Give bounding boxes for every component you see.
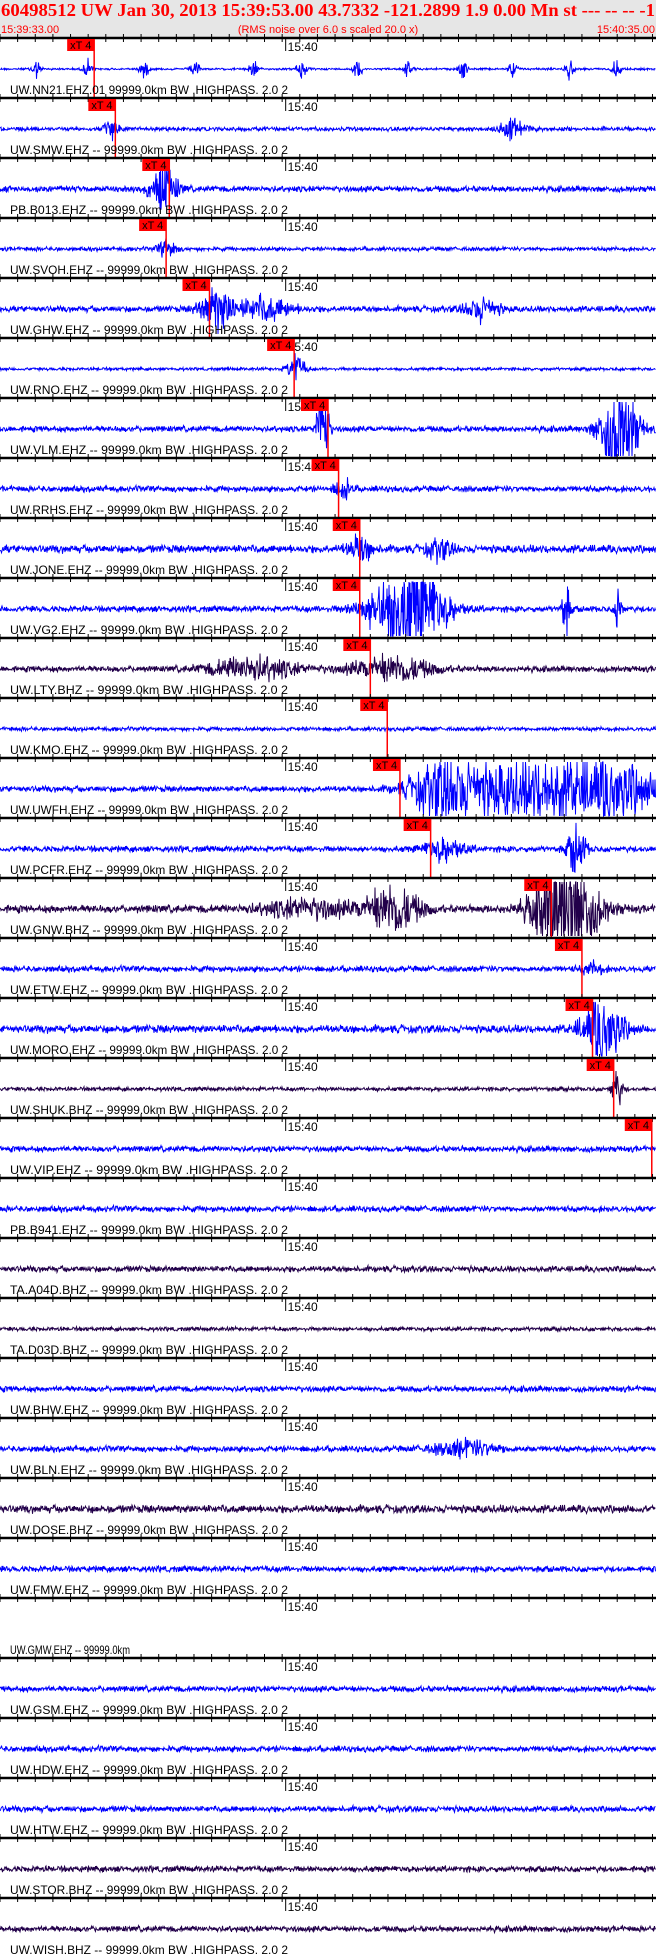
waveform-trace	[0, 1923, 656, 1935]
pick-label: xT 4	[628, 1120, 649, 1132]
pick-label: xT 4	[145, 160, 166, 172]
time-mark-label: 15:40	[288, 1060, 318, 1074]
time-mark-label: 15:40	[288, 1780, 318, 1794]
waveform-trace	[0, 533, 656, 565]
waveform-trace	[0, 724, 656, 734]
waveform-trace	[0, 1743, 656, 1754]
pick-label: xT 4	[70, 40, 91, 52]
waveform-trace	[0, 1683, 656, 1695]
time-mark-label: 15:40	[288, 280, 318, 294]
pick-label: xT 4	[346, 640, 367, 652]
time-mark-label: 15:40	[288, 700, 318, 714]
waveform-trace	[0, 1564, 656, 1574]
pick-label: xT 4	[270, 340, 291, 352]
station-label: UW.WISH.BHZ -- 99999.0km BW .HIGHPASS. 2…	[10, 1943, 288, 1957]
event-title: 60498512 UW Jan 30, 2013 15:39:53.00 43.…	[1, 0, 655, 20]
end-time: 15:40:35.00	[597, 24, 655, 36]
waveform-trace	[0, 1070, 656, 1106]
time-mark-label: 15:40	[288, 520, 318, 534]
time-mark-label: 15:40	[288, 880, 318, 894]
time-mark-label: 15:40	[288, 1840, 318, 1854]
time-mark-label: 15:40	[288, 1000, 318, 1014]
pick-label: xT 4	[91, 100, 112, 112]
waveform-trace	[0, 57, 656, 81]
pick-label: xT 4	[315, 460, 336, 472]
waveform-trace	[0, 1803, 656, 1815]
time-mark-label: 15:40	[288, 580, 318, 594]
start-time: 15:39:33.00	[1, 24, 59, 36]
time-mark-label: 15:40	[288, 640, 318, 654]
waveform-trace	[0, 1143, 656, 1155]
time-mark-label: 15:40	[288, 1240, 318, 1254]
station-label: UW.GMW.EHZ -- 99999.0km	[10, 1643, 130, 1657]
pick-label: xT 4	[527, 880, 548, 892]
pick-label: xT 4	[304, 400, 325, 412]
time-mark-label: 15:40	[288, 1300, 318, 1314]
pick-label: xT 4	[363, 700, 384, 712]
time-mark-label: 15:40	[288, 1480, 318, 1494]
time-mark-label: 15:40	[288, 760, 318, 774]
pick-label: xT 4	[558, 940, 579, 952]
pick-label: xT 4	[407, 820, 428, 832]
waveform-trace	[0, 1383, 656, 1395]
waveform-trace	[0, 353, 656, 381]
pick-label: xT 4	[376, 760, 397, 772]
waveform-trace	[0, 477, 656, 501]
waveform-trace	[0, 237, 656, 258]
pick-label: xT 4	[142, 220, 163, 232]
time-mark-label: 15:40	[288, 1540, 318, 1554]
pick-label: xT 4	[590, 1060, 611, 1072]
time-mark-label: 15:40	[288, 1360, 318, 1374]
waveform-trace	[0, 1436, 656, 1460]
time-mark-label: 15:40	[288, 40, 318, 54]
time-mark-label: 15:40	[288, 940, 318, 954]
time-mark-label: 15:40	[288, 1600, 318, 1614]
pick-label: xT 4	[185, 280, 206, 292]
time-mark-label: 15:40	[288, 160, 318, 174]
time-mark-label: 15:40	[288, 1180, 318, 1194]
time-mark-label: 15:40	[288, 100, 318, 114]
waveform-trace	[0, 1203, 656, 1214]
time-mark-label: 15:40	[288, 1720, 318, 1734]
pick-label: xT 4	[336, 580, 357, 592]
time-mark-label: 15:40	[288, 1660, 318, 1674]
time-mark-label: 15:40	[288, 1900, 318, 1914]
waveform-trace	[0, 1324, 656, 1334]
seismogram-display: 60498512 UW Jan 30, 2013 15:39:53.00 43.…	[0, 0, 656, 1957]
waveform-trace	[0, 1503, 656, 1516]
waveform-trace	[0, 652, 656, 683]
time-mark-label: 15:40	[288, 220, 318, 234]
pick-label: xT 4	[336, 520, 357, 532]
trace-panel: 15:40xT 4UW.NN21.EHZ.01 99999.0km BW .HI…	[0, 34, 656, 1957]
pick-label: xT 4	[569, 1000, 590, 1012]
time-mark-label: 15:40	[288, 1120, 318, 1134]
waveform-trace	[0, 1263, 656, 1275]
waveform-trace	[0, 959, 656, 976]
time-mark-label: 15:40	[288, 820, 318, 834]
time-mark-label: 15:40	[288, 1420, 318, 1434]
waveform-trace	[0, 117, 656, 142]
waveform-trace	[0, 1864, 656, 1874]
